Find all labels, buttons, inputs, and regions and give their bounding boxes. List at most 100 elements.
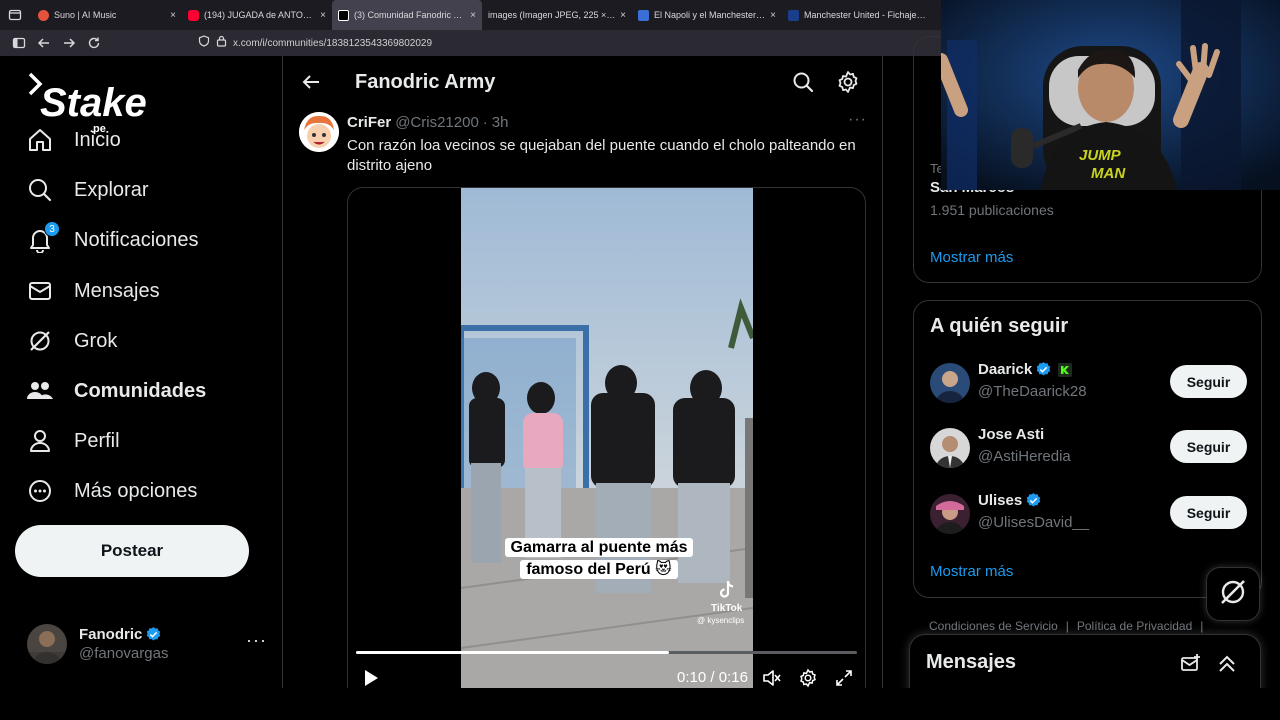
user-name[interactable]: Jose Asti — [978, 426, 1044, 443]
tab-title: (3) Comunidad Fanodric Army / — [354, 10, 466, 20]
video-duration: 0:16 — [718, 669, 748, 686]
muted-speaker-icon[interactable] — [762, 668, 782, 688]
new-message-icon[interactable] — [1180, 653, 1202, 675]
show-more-link[interactable]: Mostrar más — [930, 563, 1013, 580]
browser-tab-active[interactable]: (3) Comunidad Fanodric Army / × — [332, 0, 482, 30]
follow-button[interactable]: Seguir — [1170, 496, 1247, 529]
browser-tab[interactable]: (194) JUGADA de ANTONY baila × — [182, 0, 332, 30]
search-icon — [26, 176, 54, 204]
post-button[interactable]: Postear — [15, 525, 249, 577]
chevron-up-double-icon[interactable] — [1216, 653, 1238, 675]
sidebar-item-notificaciones[interactable]: 3 Notificaciones — [26, 220, 199, 260]
tab-favicon-icon — [188, 9, 199, 21]
tab-favicon-icon — [38, 9, 49, 21]
more-options-icon[interactable]: ··· — [246, 630, 267, 651]
communities-icon — [26, 377, 54, 405]
who-to-follow-card: A quién seguir Daarick @TheDaarick28 Seg… — [913, 300, 1262, 598]
tab-title: images (Imagen JPEG, 225 × 225 píx — [488, 10, 616, 20]
tab-overview-icon[interactable] — [4, 4, 26, 26]
sidebar-item-label: Explorar — [74, 178, 149, 201]
sidebar-item-explorar[interactable]: Explorar — [26, 170, 148, 210]
user-handle[interactable]: @UlisesDavid__ — [978, 514, 1089, 531]
footer-separator: | — [1200, 619, 1204, 633]
tab-favicon-icon — [338, 9, 349, 21]
lock-icon[interactable] — [216, 34, 227, 52]
browser-tab[interactable]: Manchester United - Fichajes m — [782, 0, 932, 30]
fullscreen-icon[interactable] — [834, 668, 854, 688]
follow-button[interactable]: Seguir — [1170, 430, 1247, 463]
tweet-author-handle[interactable]: @Cris21200 — [395, 114, 479, 131]
more-options-icon[interactable]: ··· — [848, 111, 867, 129]
sidebar-item-label: Perfil — [74, 429, 120, 452]
tab-close-icon[interactable]: × — [170, 10, 176, 21]
tweet-text: Con razón loa vecinos se quejaban del pu… — [347, 137, 856, 174]
shield-icon[interactable] — [198, 34, 210, 52]
browser-tab[interactable]: El Napoli y el Manchester United × — [632, 0, 782, 30]
avatar[interactable] — [930, 494, 970, 534]
back-arrow-icon[interactable] — [299, 70, 323, 94]
video-caption: Gamarra al puente más famoso del Perú 😻 — [489, 537, 709, 581]
tab-close-icon[interactable]: × — [620, 10, 626, 21]
follow-suggestion[interactable]: Daarick @TheDaarick28 Seguir — [930, 361, 1248, 405]
sidebar-item-perfil[interactable]: Perfil — [26, 421, 120, 461]
sidebar-item-mensajes[interactable]: Mensajes — [26, 271, 160, 311]
forward-arrow-icon[interactable] — [58, 32, 80, 54]
avatar[interactable] — [930, 363, 970, 403]
video-frame[interactable]: Gamarra al puente más famoso del Perú 😻 … — [461, 188, 753, 688]
privacy-link[interactable]: Política de Privacidad — [1077, 619, 1192, 633]
grok-icon — [26, 327, 54, 355]
webcam-overlay: JUMP MAN — [941, 0, 1280, 190]
follow-suggestion[interactable]: Ulises @UlisesDavid__ Seguir — [930, 492, 1248, 536]
show-more-link[interactable]: Mostrar más — [930, 249, 1013, 266]
back-arrow-icon[interactable] — [33, 32, 55, 54]
user-name[interactable]: Daarick — [978, 361, 1032, 378]
separator-dot: · — [482, 114, 488, 131]
user-handle[interactable]: @AstiHeredia — [978, 448, 1071, 465]
tab-title: Manchester United - Fichajes m — [804, 10, 926, 20]
section-title: A quién seguir — [930, 315, 1069, 337]
footer-links: Condiciones de Servicio | Política de Priv… — [929, 619, 1211, 633]
sidebar-toggle-icon[interactable] — [8, 32, 30, 54]
tab-close-icon[interactable]: × — [320, 10, 326, 21]
notification-badge: 3 — [44, 221, 60, 237]
page-title: Fanodric Army — [355, 71, 496, 93]
follow-button[interactable]: Seguir — [1170, 365, 1247, 398]
tiktok-watermark: TikTok — [711, 580, 742, 614]
user-name[interactable]: Ulises — [978, 492, 1022, 509]
video-player[interactable]: Gamarra al puente más famoso del Perú 😻 … — [347, 187, 866, 688]
settings-icon[interactable] — [798, 668, 818, 688]
tweet-author-name[interactable]: CriFer — [347, 114, 391, 131]
browser-tab[interactable]: Suno | AI Music × — [32, 0, 182, 30]
play-icon[interactable] — [362, 668, 380, 688]
grok-icon — [1218, 577, 1248, 612]
account-switcher[interactable]: Fanodric @fanovargas ··· — [27, 622, 267, 666]
follow-suggestion[interactable]: Jose Asti @AstiHeredia Seguir — [930, 426, 1248, 470]
user-handle[interactable]: @TheDaarick28 — [978, 383, 1087, 400]
sidebar-item-comunidades[interactable]: Comunidades — [26, 371, 206, 411]
url-text[interactable]: x.com/i/communities/1838123543369802029 — [233, 38, 432, 49]
tab-title: (194) JUGADA de ANTONY baila — [204, 10, 316, 20]
gear-icon[interactable] — [836, 70, 860, 94]
avatar[interactable] — [930, 428, 970, 468]
browser-tab[interactable]: images (Imagen JPEG, 225 × 225 píx × — [482, 0, 632, 30]
home-icon — [26, 126, 54, 154]
search-icon[interactable] — [791, 70, 815, 94]
tab-close-icon[interactable]: × — [470, 10, 476, 21]
video-progress-bar[interactable] — [356, 651, 857, 654]
profile-name: Fanodric — [79, 626, 143, 643]
sidebar-item-inicio[interactable]: Inicio — [26, 120, 121, 160]
tweet-time[interactable]: 3h — [492, 114, 509, 131]
sidebar-item-grok[interactable]: Grok — [26, 321, 117, 361]
left-sidebar: Stake .pe Inicio Explorar 3 Notificacion… — [0, 56, 283, 688]
grok-floating-button[interactable] — [1206, 567, 1260, 621]
url-bar[interactable]: x.com/i/communities/1838123543369802029 — [198, 32, 432, 54]
tab-title: Suno | AI Music — [54, 10, 117, 20]
reload-icon[interactable] — [83, 32, 105, 54]
avatar[interactable] — [299, 112, 339, 152]
tab-close-icon[interactable]: × — [770, 10, 776, 21]
messages-drawer[interactable]: Mensajes — [909, 634, 1261, 694]
video-controls: 0:10 / 0:16 — [348, 666, 865, 688]
sidebar-item-mas-opciones[interactable]: Más opciones — [26, 471, 197, 511]
sidebar-item-label: Mensajes — [74, 279, 160, 302]
terms-link[interactable]: Condiciones de Servicio — [929, 619, 1058, 633]
